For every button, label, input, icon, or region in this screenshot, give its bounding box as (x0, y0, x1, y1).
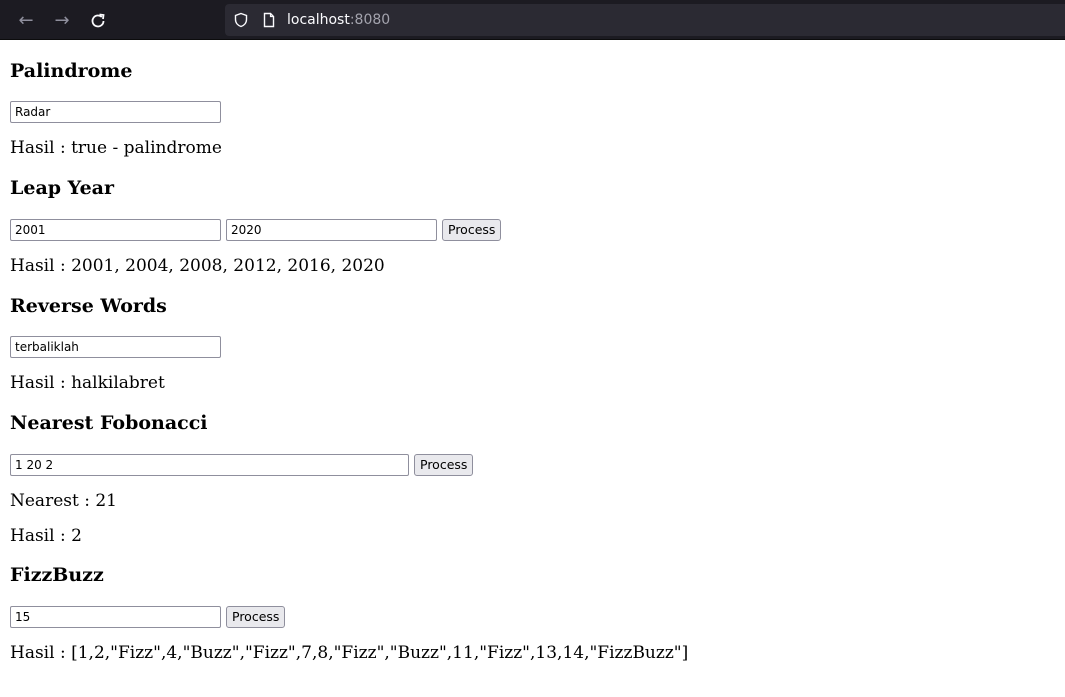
toolbar-divider (0, 39, 1065, 40)
url-host: localhost (287, 12, 350, 28)
nearest-fibonacci-heading: Nearest Fobonacci (10, 412, 208, 434)
browser-toolbar: ← → localhost:8080 (0, 0, 1065, 40)
nearest-fibonacci-input[interactable] (10, 454, 409, 476)
shield-icon[interactable] (233, 12, 249, 28)
reverse-words-result: Hasil : halkilabret (10, 373, 165, 393)
page-icon[interactable] (261, 12, 277, 28)
palindrome-result: Hasil : true - palindrome (10, 138, 222, 158)
leap-year-process-button[interactable]: Process (442, 219, 502, 241)
back-arrow-icon[interactable]: ← (15, 10, 37, 32)
palindrome-heading: Palindrome (10, 60, 133, 82)
fizzbuzz-result: Hasil : [1,2,"Fizz",4,"Buzz","Fizz",7,8,… (10, 643, 689, 663)
fizzbuzz-heading: FizzBuzz (10, 564, 104, 586)
url-port: :8080 (349, 12, 391, 28)
palindrome-input[interactable] (10, 101, 221, 123)
fizzbuzz-process-button[interactable]: Process (226, 606, 286, 628)
leap-year-heading: Leap Year (10, 177, 114, 199)
leap-year-end-input[interactable] (226, 219, 437, 241)
leap-year-result: Hasil : 2001, 2004, 2008, 2012, 2016, 20… (10, 256, 385, 276)
reverse-words-heading: Reverse Words (10, 295, 167, 317)
address-bar[interactable]: localhost:8080 (225, 4, 1065, 36)
nearest-fibonacci-nearest: Nearest : 21 (10, 491, 117, 511)
reload-icon[interactable] (87, 10, 109, 32)
leap-year-start-input[interactable] (10, 219, 221, 241)
forward-arrow-icon[interactable]: → (51, 10, 73, 32)
fizzbuzz-input[interactable] (10, 606, 221, 628)
nearest-fibonacci-process-button[interactable]: Process (414, 454, 474, 476)
reverse-words-input[interactable] (10, 336, 221, 358)
url-text[interactable]: localhost:8080 (287, 11, 390, 29)
nearest-fibonacci-result: Hasil : 2 (10, 526, 82, 546)
